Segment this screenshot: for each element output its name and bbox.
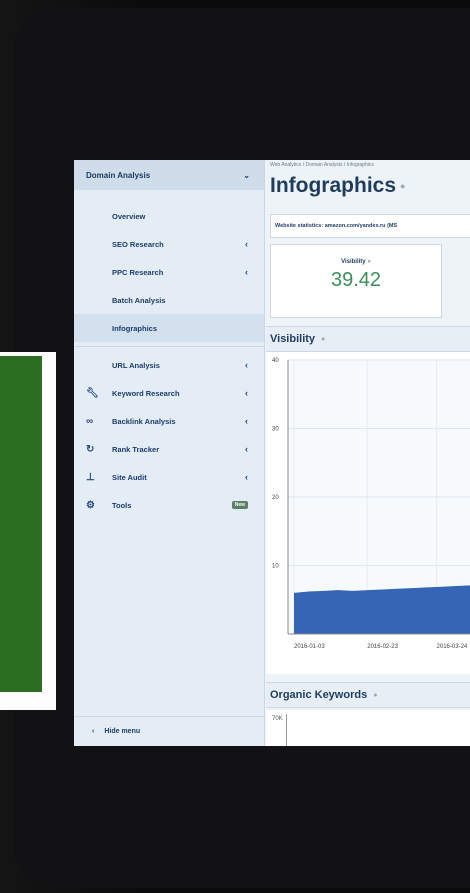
help-icon[interactable]: ● (373, 692, 377, 699)
sidebar-item-label: Rank Tracker (102, 445, 245, 454)
sitemap-icon: ⊥ (86, 472, 102, 483)
chevron-left-icon: ‹ (245, 472, 248, 482)
visibility-chart-svg: 10 20 30 40 2016-01-03 2016-02-23 2016-03-24 (266, 352, 470, 674)
section-organic-keywords: Organic Keywords ● (266, 682, 470, 708)
page-title-text: Infographics (270, 174, 396, 197)
chevron-left-icon: ‹ (245, 360, 248, 370)
sidebar-item-site-audit[interactable]: ⊥ Site Audit ‹ (74, 463, 264, 491)
chevron-left-icon: ‹ (245, 267, 248, 277)
sidebar-item-batch-analysis[interactable]: Batch Analysis (74, 286, 264, 314)
wrench-icon: 🔧︎ (86, 388, 102, 399)
new-badge: New (232, 501, 248, 509)
hide-menu-button[interactable]: ‹ Hide menu (74, 716, 264, 746)
y-tick-label: 30 (272, 427, 279, 433)
x-tick-label: 2016-02-23 (367, 644, 398, 650)
sidebar-header-label: Domain Analysis (86, 171, 150, 180)
sidebar-item-label: Tools (102, 501, 232, 510)
sidebar-item-keyword-research[interactable]: 🔧︎ Keyword Research ‹ (74, 379, 264, 407)
visibility-value: 39.42 (271, 269, 441, 292)
breadcrumb: Web Analytics / Domain Analysis / Infogr… (270, 162, 374, 168)
sidebar-item-url-analysis[interactable]: URL Analysis ‹ (74, 351, 264, 379)
help-icon[interactable]: ● (400, 181, 405, 191)
sidebar-item-rank-tracker[interactable]: ↻ Rank Tracker ‹ (74, 435, 264, 463)
chevron-left-icon: ‹ (245, 416, 248, 426)
section-title: Organic Keywords (270, 689, 367, 701)
chevron-left-icon: ‹ (245, 239, 248, 249)
sidebar-item-label: Batch Analysis (112, 296, 166, 305)
y-axis (286, 714, 287, 746)
x-tick-label: 2016-03-24 (437, 644, 468, 650)
visibility-card: Visibility ● 39.42 (270, 244, 442, 318)
main-content: Web Analytics / Domain Analysis / Infogr… (266, 160, 470, 746)
visibility-card-label: Visibility ● (271, 259, 441, 265)
chevron-left-icon: ‹ (245, 444, 248, 454)
sidebar-item-label: Infographics (112, 324, 157, 333)
sidebar-item-label: Keyword Research (102, 389, 245, 398)
y-tick-label: 20 (272, 495, 279, 501)
link-icon: ∞ (86, 416, 102, 427)
sidebar-item-tools[interactable]: ⚙ Tools New (74, 491, 264, 519)
help-icon[interactable]: ● (367, 259, 371, 265)
sidebar-item-overview[interactable]: Overview (74, 202, 264, 230)
help-icon[interactable]: ● (321, 336, 325, 343)
x-tick-label: 2016-01-03 (294, 644, 325, 650)
sidebar-item-ppc-research[interactable]: PPC Research ‹ (74, 258, 264, 286)
gear-icon: ⚙ (86, 500, 102, 511)
sidebar-item-label: Overview (112, 212, 145, 221)
sidebar-item-infographics[interactable]: Infographics (74, 314, 264, 342)
page-title: Infographics ● (270, 174, 405, 198)
chevron-down-icon: ⌄ (243, 171, 250, 180)
refresh-icon: ↻ (86, 444, 102, 455)
website-statistics-bar: Website statistics: amazon.com/yandex.ru… (270, 214, 470, 238)
visibility-chart: 10 20 30 40 2016-01-03 2016-02-23 2016-03-24 (266, 352, 470, 674)
hide-menu-label: Hide menu (104, 728, 140, 735)
app-screen: Domain Analysis ⌄ Overview SEO Research … (74, 160, 470, 746)
sidebar-item-label: SEO Research (112, 240, 164, 249)
sidebar-item-label: Site Audit (102, 473, 245, 482)
sidebar-item-label: URL Analysis (112, 361, 160, 370)
sidebar-header-domain-analysis[interactable]: Domain Analysis ⌄ (74, 160, 264, 190)
organic-keywords-chart: 70K (266, 710, 470, 746)
visibility-area (294, 585, 470, 634)
sidebar-item-label: PPC Research (112, 268, 163, 277)
sidebar-item-label: Backlink Analysis (102, 417, 245, 426)
section-visibility: Visibility ● (266, 326, 470, 352)
y-tick-label: 70K (272, 716, 283, 722)
green-card (0, 352, 56, 710)
green-panel (0, 356, 42, 692)
sidebar: Domain Analysis ⌄ Overview SEO Research … (74, 160, 265, 746)
section-title: Visibility (270, 333, 315, 345)
divider (74, 346, 264, 347)
y-tick-label: 10 (272, 564, 279, 570)
chevron-left-icon: ‹ (92, 728, 94, 735)
y-tick-label: 40 (272, 358, 279, 364)
sidebar-item-seo-research[interactable]: SEO Research ‹ (74, 230, 264, 258)
sidebar-item-backlink-analysis[interactable]: ∞ Backlink Analysis ‹ (74, 407, 264, 435)
chevron-left-icon: ‹ (245, 388, 248, 398)
